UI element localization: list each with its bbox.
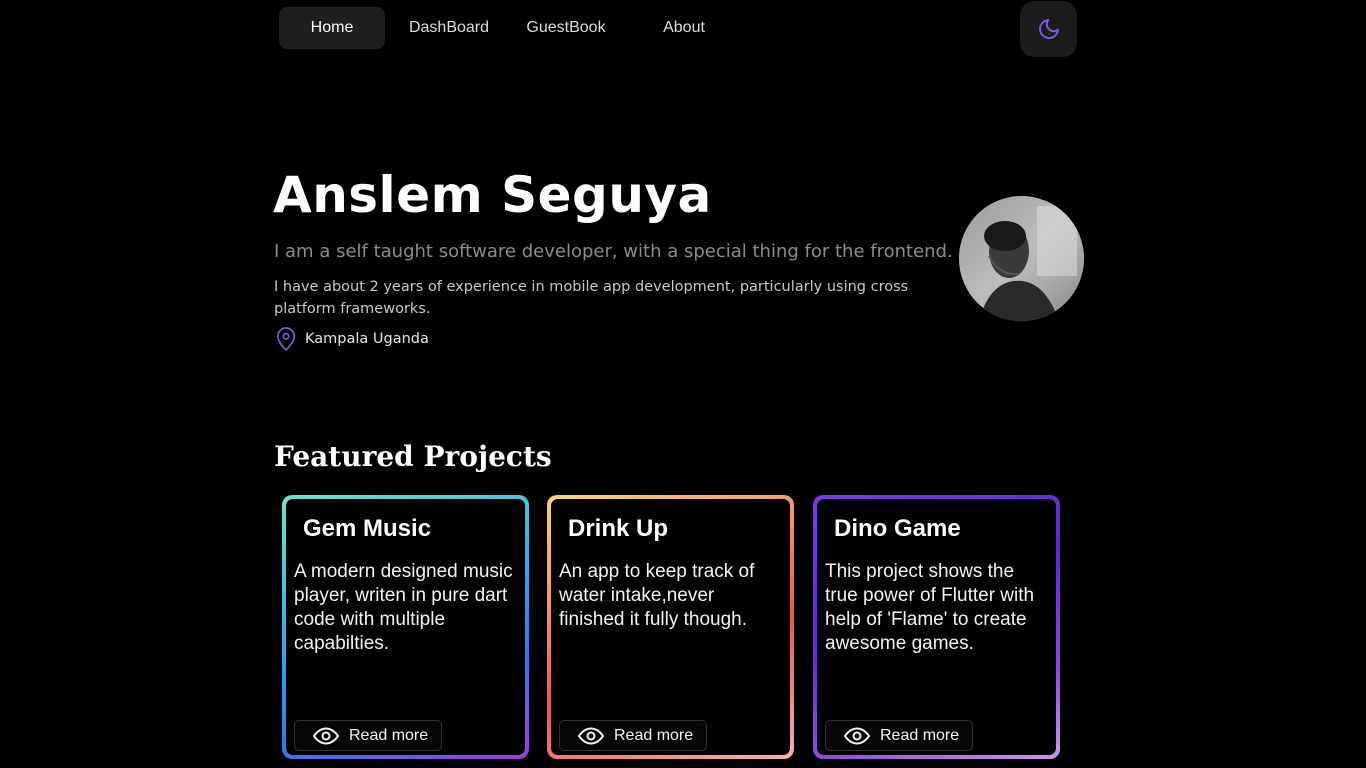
read-more-button[interactable]: Read more bbox=[294, 720, 442, 751]
project-title: Dino Game bbox=[834, 515, 961, 542]
nav-home[interactable]: Home bbox=[279, 7, 385, 49]
read-more-label: Read more bbox=[614, 726, 694, 744]
project-card-drink-up[interactable]: Drink Up An app to keep track of water i… bbox=[547, 495, 794, 759]
project-title: Gem Music bbox=[303, 515, 432, 542]
eye-icon bbox=[578, 726, 604, 745]
project-card-dino-game[interactable]: Dino Game This project shows the true po… bbox=[813, 495, 1060, 759]
read-more-button[interactable]: Read more bbox=[825, 720, 973, 751]
project-description: A modern designed music player, writen i… bbox=[294, 561, 513, 654]
project-card-gem-music[interactable]: Gem Music A modern designed music player… bbox=[282, 495, 529, 759]
card-body: Gem Music A modern designed music player… bbox=[286, 499, 525, 755]
read-more-button[interactable]: Read more bbox=[559, 720, 707, 751]
avatar bbox=[959, 196, 1084, 321]
project-title: Drink Up bbox=[568, 515, 669, 542]
nav-dashboard[interactable]: DashBoard bbox=[385, 7, 513, 49]
moon-icon bbox=[1038, 19, 1059, 39]
read-more-label: Read more bbox=[880, 726, 960, 744]
project-description: This project shows the true power of Flu… bbox=[825, 561, 1035, 654]
eye-icon bbox=[313, 726, 339, 745]
hero-bio: I have about 2 years of experience in mo… bbox=[274, 279, 909, 317]
read-more-label: Read more bbox=[349, 726, 429, 744]
map-pin-icon bbox=[276, 327, 296, 351]
avatar-photo bbox=[959, 196, 1084, 321]
location: Kampala Uganda bbox=[275, 326, 429, 352]
hero-tagline: I am a self taught software developer, w… bbox=[274, 241, 953, 262]
featured-projects-title: Featured Projects bbox=[274, 440, 552, 473]
card-body: Drink Up An app to keep track of water i… bbox=[551, 499, 790, 755]
card-body: Dino Game This project shows the true po… bbox=[817, 499, 1056, 755]
theme-toggle-button[interactable] bbox=[1020, 1, 1077, 57]
project-description: An app to keep track of water intake,nev… bbox=[559, 561, 755, 630]
nav-about[interactable]: About bbox=[619, 7, 749, 49]
nav-guestbook[interactable]: GuestBook bbox=[513, 7, 619, 49]
hero-name: Anslem Seguya bbox=[273, 166, 712, 224]
top-nav: Home DashBoard GuestBook About bbox=[279, 7, 749, 49]
eye-icon bbox=[844, 726, 870, 745]
location-label: Kampala Uganda bbox=[305, 331, 429, 347]
